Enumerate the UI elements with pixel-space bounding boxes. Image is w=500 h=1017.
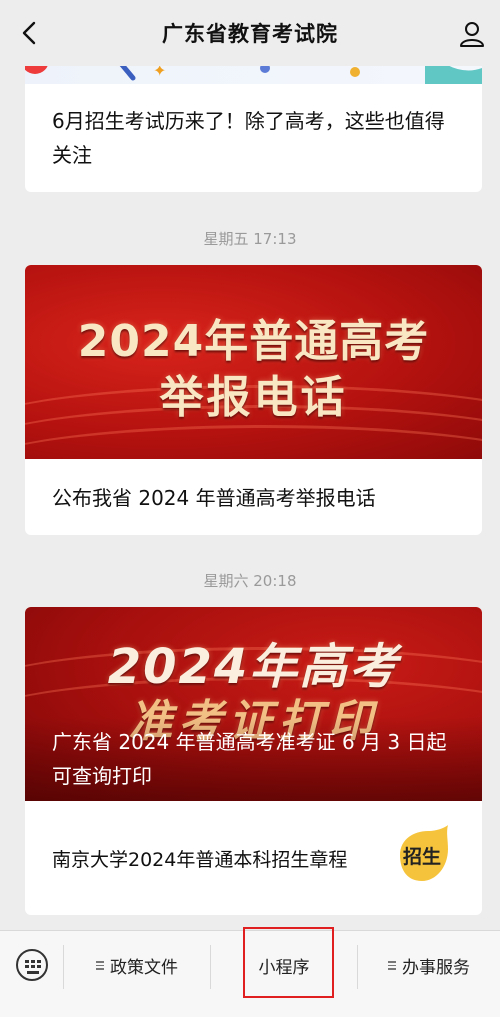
nav-header: 广东省教育考试院 <box>0 0 500 66</box>
article-banner-image[interactable]: 2024年高考 准考证打印 广东省 2024 年普通高考准考证 6 月 3 日起… <box>25 607 482 801</box>
message-timestamp: 星期六 20:18 <box>203 572 297 590</box>
banner-headline: 2024年普通高考 <box>77 316 430 367</box>
menu-list-icon <box>388 960 396 970</box>
article-title: 6月招生考试历来了！除了高考，这些也值得关注 <box>52 109 445 167</box>
article-card-group: 2024年高考 准考证打印 广东省 2024 年普通高考准考证 6 月 3 日起… <box>25 607 482 915</box>
menu-services[interactable]: 办事服务 <box>358 947 500 983</box>
article-subtitle-link[interactable]: 南京大学2024年普通本科招生章程 <box>52 845 347 872</box>
back-arrow-icon[interactable] <box>18 20 42 46</box>
highlight-annotation-box <box>243 927 334 998</box>
banner-subheadline: 举报电话 <box>159 372 348 423</box>
menu-label: 政策文件 <box>110 957 178 978</box>
keyboard-icon[interactable] <box>16 949 48 981</box>
menu-policy-documents[interactable]: 政策文件 <box>64 947 210 983</box>
message-timestamp: 星期五 17:13 <box>203 230 297 248</box>
badge-label: 招生 <box>403 845 441 868</box>
admission-badge-icon: 招生 <box>400 825 448 881</box>
profile-icon[interactable] <box>458 20 486 48</box>
menu-list-icon <box>96 960 104 970</box>
article-title: 公布我省 2024 年普通高考举报电话 <box>52 486 376 510</box>
menu-label: 办事服务 <box>402 957 470 978</box>
article-banner-image: 2024年普通高考 举报电话 <box>25 265 482 459</box>
page-title: 广东省教育考试院 <box>162 22 338 46</box>
article-title: 广东省 2024 年普通高考准考证 6 月 3 日起可查询打印 <box>52 730 447 788</box>
article-card[interactable]: 2024年普通高考 举报电话 公布我省 2024 年普通高考举报电话 <box>25 265 482 535</box>
